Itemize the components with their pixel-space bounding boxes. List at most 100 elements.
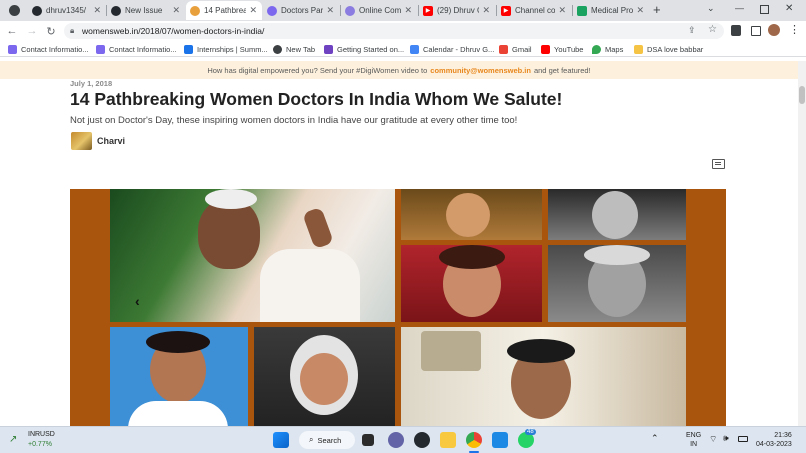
teams-chat-icon[interactable] [388,432,404,448]
clock-time: 21:36 [774,432,792,439]
clickup-icon [267,5,277,16]
bookmark-item[interactable]: DSA love babbar [634,43,703,55]
vscode-icon[interactable] [492,432,508,448]
bookmark-favicon [324,44,333,54]
tab-title: Doctors Part [281,6,324,15]
share-icon[interactable]: ⇪ [688,25,696,36]
maps-icon [592,44,601,54]
region-code: IN [690,441,698,448]
close-tab-icon[interactable]: ✕ [558,5,566,16]
stock-ticker-change: +0.77% [28,441,52,448]
photo-doctor-bottom2 [254,327,395,426]
article-date: July 1, 2018 [70,79,113,88]
chevron-up-icon[interactable]: ⌃ [651,433,659,444]
close-tab-icon[interactable]: ✕ [326,5,334,16]
page-title: 14 Pathbreaking Women Doctors In India W… [70,89,563,109]
photo-doctor-mid1 [401,245,542,322]
task-view-icon[interactable] [362,434,374,446]
bookmark-favicon [8,44,17,54]
tab-doctors-part[interactable]: Doctors Part ✕ [263,1,339,20]
close-tab-icon[interactable]: ✕ [93,5,101,16]
minimize-button[interactable]: — [735,3,744,13]
scrollbar-thumb[interactable] [799,86,805,104]
sidebar-icon[interactable] [751,26,761,36]
bookmark-item[interactable]: Maps [592,43,623,55]
language-indicator[interactable]: ENG IN [686,431,701,449]
bookmark-item[interactable]: New Tab [273,43,315,55]
new-tab-favicon [273,44,282,54]
chrome-profile-icon[interactable] [9,5,20,16]
bookmark-label: New Tab [286,44,316,54]
tab-title: New Issue [125,6,163,15]
address-bar[interactable]: 🔒︎ womensweb.in/2018/07/women-doctors-in… [64,23,724,39]
author-avatar[interactable] [71,132,92,150]
taskbar-search[interactable]: ⌕ Search [299,431,355,449]
restore-button[interactable] [760,5,769,14]
extensions-icon[interactable] [731,25,741,36]
photo-doctor-top1 [401,189,542,240]
back-button[interactable]: ← [4,23,20,39]
bookmark-star-icon[interactable]: ☆ [708,24,717,35]
new-tab-button[interactable]: + [653,2,661,17]
windows-taskbar: ↗ INRUSD +0.77% ⌕ Search 48 ⌃ ENG IN ⌔ 🕪… [0,426,806,453]
file-explorer-icon[interactable] [440,432,456,448]
tab-title: 14 Pathbreak [204,6,247,15]
close-window-button[interactable]: ✕ [785,3,793,14]
bookmark-favicon [96,44,105,54]
bookmark-item[interactable]: Contact Informatio... [96,43,177,55]
bookmark-item[interactable]: Internships | Summ... [184,43,268,55]
bookmark-label: Gmail [512,44,532,54]
tab-search-icon[interactable]: ⌄ [707,3,715,14]
tab-medical-prof[interactable]: Medical Prof ✕ [573,1,649,20]
tab-youtube-dhruv[interactable]: ▶ (29) Dhruv G ✕ [419,1,495,20]
author-name[interactable]: Charvi [97,136,125,146]
bookmarks-bar: Contact Informatio... Contact Informatio… [0,41,806,57]
clock-date: 04-03-2023 [756,441,792,448]
close-tab-icon[interactable]: ✕ [482,5,490,16]
menu-dots-icon[interactable]: ⋮ [789,23,800,36]
stock-ticker-label[interactable]: INRUSD [28,431,55,438]
tab-github-repo[interactable]: dhruv1345/ ✕ [28,1,106,20]
bookmark-item[interactable]: YouTube [541,43,583,55]
page-scrollbar[interactable] [798,61,806,426]
clickup-icon [345,5,355,16]
tab-new-issue[interactable]: New Issue ✕ [107,1,185,20]
carousel-prev-arrow[interactable]: ‹ [135,293,140,309]
search-label: Search [317,435,342,445]
close-tab-icon[interactable]: ✕ [249,5,257,16]
close-tab-icon[interactable]: ✕ [636,5,644,16]
womensweb-icon [190,5,200,16]
start-button[interactable] [273,432,289,448]
promo-banner: How has digital empowered you? Send your… [0,61,798,79]
close-tab-icon[interactable]: ✕ [404,5,412,16]
bookmark-item[interactable]: Contact Informatio... [8,43,89,55]
bookmark-item[interactable]: Calendar - Dhruv G... [410,43,494,55]
youtube-icon [541,44,550,54]
avatar[interactable] [768,24,780,36]
article: July 1, 2018 14 Pathbreaking Women Docto… [0,79,798,426]
banner-email-link[interactable]: community@womensweb.in [430,66,531,75]
comment-icon[interactable] [712,159,725,169]
volume-icon[interactable]: 🕪︎ [723,433,729,444]
battery-icon[interactable] [738,436,748,442]
bookmark-label: Contact Informatio... [109,44,177,54]
bookmark-item[interactable]: Getting Started on... [324,43,404,55]
chrome-icon[interactable] [466,432,482,448]
bookmark-label: Maps [605,44,624,54]
forward-button[interactable]: → [24,23,40,39]
bookmark-label: Internships | Summ... [197,44,268,54]
wifi-icon[interactable]: ⌔ [709,434,717,445]
tab-online-com[interactable]: Online Com ✕ [341,1,417,20]
reload-button[interactable]: ↻ [43,23,59,39]
toolbar: ← → ↻ 🔒︎ womensweb.in/2018/07/women-doct… [0,21,806,41]
youtube-icon: ▶ [501,5,511,16]
github-desktop-icon[interactable] [414,432,430,448]
clock[interactable]: 21:36 04-03-2023 [756,431,792,449]
folder-icon [634,44,643,54]
lock-icon: 🔒︎ [70,26,75,35]
tab-channel-content[interactable]: ▶ Channel con ✕ [497,1,571,20]
tab-active-article[interactable]: 14 Pathbreak ✕ [186,1,262,20]
close-tab-icon[interactable]: ✕ [172,5,180,16]
bookmark-item[interactable]: Gmail [499,43,532,55]
tab-title: Channel con [515,6,556,15]
